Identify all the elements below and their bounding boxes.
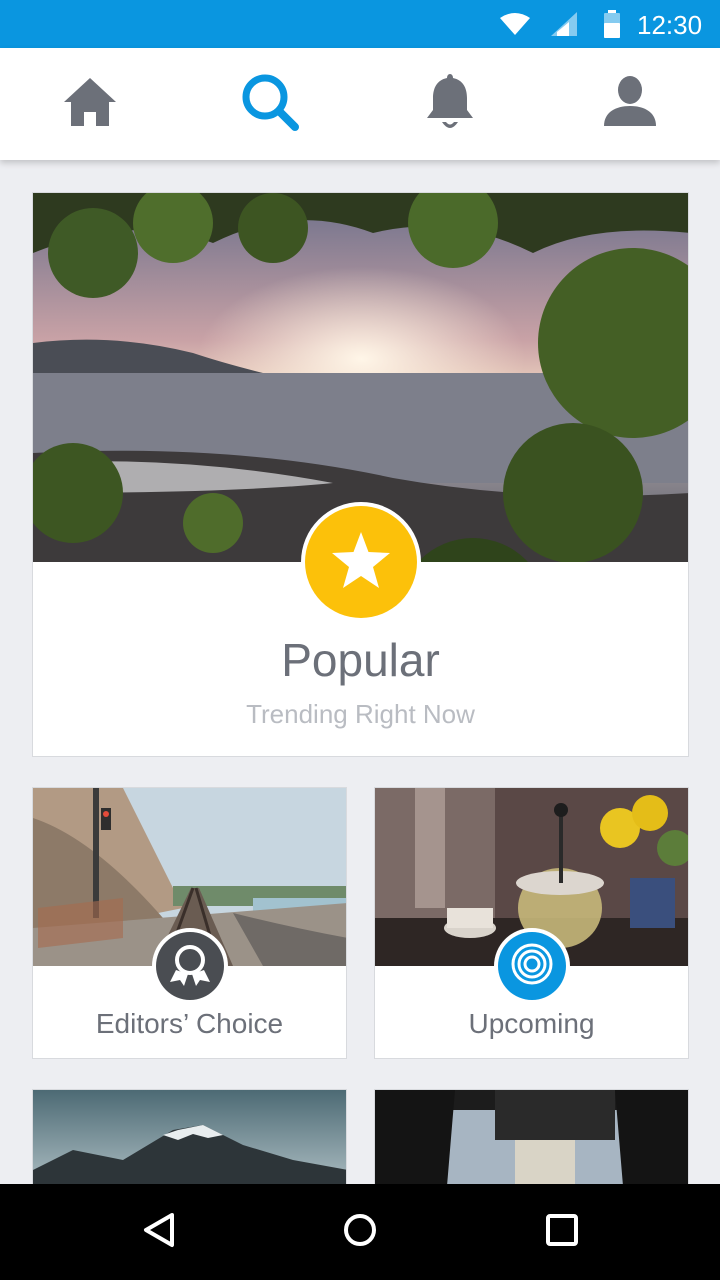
top-nav-bar (0, 48, 720, 160)
cell-signal-icon (551, 12, 577, 41)
search-icon (240, 72, 300, 137)
battery-icon (603, 10, 621, 43)
profile-icon (602, 74, 658, 135)
nav-notifications-button[interactable] (360, 48, 540, 160)
system-back-button[interactable] (100, 1184, 220, 1280)
bell-icon (425, 72, 475, 137)
status-bar: 12:30 (0, 0, 720, 48)
back-icon (142, 1212, 178, 1253)
upcoming-card[interactable]: Upcoming (374, 787, 689, 1059)
system-home-button[interactable] (300, 1184, 420, 1280)
popular-subtitle: Trending Right Now (246, 699, 475, 729)
editors-choice-card[interactable]: Editors’ Choice (32, 787, 347, 1059)
upcoming-label: Upcoming (468, 1008, 595, 1039)
system-nav-bar (0, 1184, 720, 1280)
recents-square-icon (544, 1212, 580, 1253)
upcoming-badge (494, 928, 570, 1004)
award-ribbon-icon (168, 942, 212, 991)
wifi-icon (500, 12, 530, 41)
status-time: 12:30 (637, 10, 703, 40)
nav-home-button[interactable] (0, 48, 180, 160)
popular-card[interactable]: Popular Trending Right Now (32, 192, 689, 757)
nav-profile-button[interactable] (540, 48, 720, 160)
popular-badge (301, 502, 421, 622)
star-icon (330, 530, 392, 595)
home-circle-icon (342, 1212, 378, 1253)
popular-title: Popular (281, 634, 440, 686)
editors-choice-label: Editors’ Choice (95, 1008, 284, 1039)
editors-choice-badge (152, 928, 228, 1004)
nav-search-button[interactable] (180, 48, 360, 160)
home-icon (62, 74, 118, 135)
system-recents-button[interactable] (502, 1184, 622, 1280)
concentric-rings-icon (510, 942, 554, 991)
